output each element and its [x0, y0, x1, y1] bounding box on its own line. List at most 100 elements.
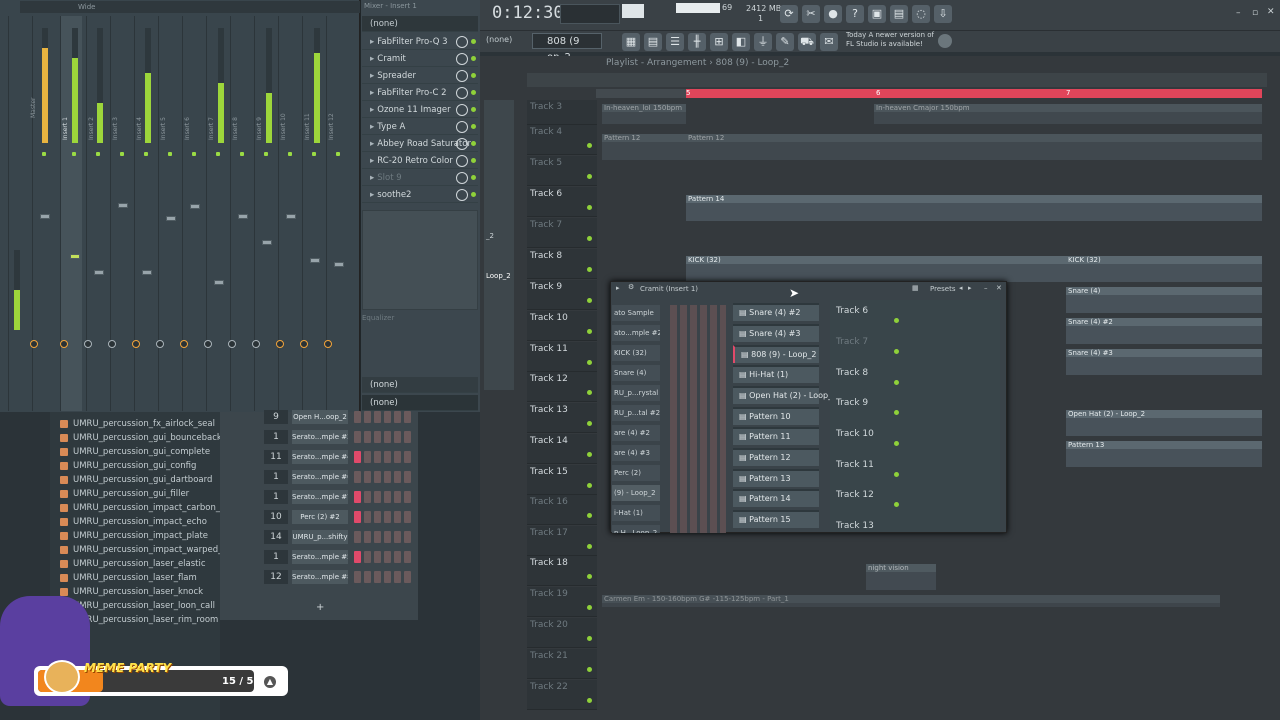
- browser-item[interactable]: UMRU_percussion_laser_knock: [60, 585, 203, 599]
- audio-clip[interactable]: Carmen Em - 150-160bpm G# -115-125bpm - …: [602, 595, 1220, 607]
- track-led[interactable]: [587, 513, 592, 518]
- download-icon[interactable]: ⇩: [934, 5, 952, 23]
- effect-slot-5[interactable]: ▸ Ozone 11 Imager: [362, 102, 478, 118]
- cramit-channel[interactable]: n H...Loop_2: [612, 525, 660, 533]
- browser-item[interactable]: UMRU_percussion_impact_carbon_punch: [60, 501, 246, 515]
- track-led[interactable]: [587, 483, 592, 488]
- mixer-icon[interactable]: ╫: [688, 33, 706, 51]
- channel-row[interactable]: 1 Serato...mple #3: [224, 428, 414, 446]
- step-button[interactable]: [404, 411, 411, 423]
- track-led[interactable]: [587, 605, 592, 610]
- track-header[interactable]: Track 19: [527, 587, 597, 617]
- news-icon[interactable]: ✉: [820, 33, 838, 51]
- step-button[interactable]: [384, 451, 391, 463]
- pattern-clip[interactable]: KICK (32): [686, 256, 1066, 282]
- close-icon[interactable]: ✕: [1267, 7, 1275, 17]
- track-led[interactable]: [587, 143, 592, 148]
- mix-knob[interactable]: [456, 172, 468, 184]
- step-button[interactable]: [354, 411, 361, 423]
- volume-fader[interactable]: [70, 254, 80, 259]
- step-button[interactable]: [354, 471, 361, 483]
- track-led[interactable]: [587, 360, 592, 365]
- step-button[interactable]: [364, 571, 371, 583]
- track-header[interactable]: Track 18: [527, 556, 597, 586]
- step-button[interactable]: [374, 451, 381, 463]
- mute-led[interactable]: [192, 152, 196, 156]
- effect-slot-7[interactable]: ▸ Abbey Road Saturator: [362, 136, 478, 152]
- mixer-strip[interactable]: [206, 16, 228, 411]
- enable-led[interactable]: [471, 158, 476, 163]
- cramit-channel[interactable]: are (4) #3: [612, 445, 660, 461]
- cart-icon[interactable]: ⛟: [798, 33, 816, 51]
- volume-fader[interactable]: [334, 262, 344, 267]
- pattern-clip[interactable]: Snare (4) #3: [1066, 349, 1262, 375]
- volume-fader[interactable]: [214, 280, 224, 285]
- browser-item[interactable]: UMRU_percussion_gui_dartboard: [60, 473, 212, 487]
- effect-slot-9[interactable]: ▸ Slot 9: [362, 170, 478, 186]
- volume-fader[interactable]: [40, 214, 50, 219]
- cramit-channel[interactable]: Perc (2): [612, 465, 660, 481]
- mix-knob[interactable]: [456, 155, 468, 167]
- track-header[interactable]: Track 12: [527, 372, 597, 402]
- mute-led[interactable]: [312, 152, 316, 156]
- track-led[interactable]: [587, 267, 592, 272]
- cramit-channel[interactable]: KICK (32): [612, 345, 660, 361]
- volume-fader[interactable]: [118, 203, 128, 208]
- pattern-clip[interactable]: Snare (4) #2: [1066, 318, 1262, 344]
- cramit-pattern[interactable]: ▤ Pattern 10: [733, 407, 819, 425]
- step-button[interactable]: [404, 491, 411, 503]
- browser-item[interactable]: UMRU_percussion_laser_flam: [60, 571, 197, 585]
- chat-icon[interactable]: ◌: [912, 5, 930, 23]
- browser-item[interactable]: UMRU_percussion_fx_airlock_seal: [60, 417, 215, 431]
- step-button[interactable]: [384, 551, 391, 563]
- mix-knob[interactable]: [456, 87, 468, 99]
- track-header[interactable]: Track 8: [527, 249, 597, 279]
- step-button[interactable]: [354, 531, 361, 543]
- pan-knob[interactable]: [180, 340, 188, 348]
- track-led[interactable]: [587, 574, 592, 579]
- save-icon[interactable]: ▣: [868, 5, 886, 23]
- close-icon[interactable]: ✕: [996, 284, 1002, 292]
- cramit-pattern[interactable]: ▤ Hi-Hat (1): [733, 365, 819, 383]
- track-header[interactable]: Track 5: [527, 156, 597, 186]
- tempo-display[interactable]: [622, 4, 644, 18]
- cramit-channel[interactable]: are (4) #2: [612, 425, 660, 441]
- track-led[interactable]: [894, 441, 899, 446]
- step-button[interactable]: [394, 411, 401, 423]
- step-button[interactable]: [354, 451, 361, 463]
- channel-name[interactable]: Serato...mple #3: [292, 430, 348, 444]
- channel-name[interactable]: Serato...mple #5: [292, 550, 348, 564]
- track-header[interactable]: Track 20: [527, 618, 597, 648]
- mix-knob[interactable]: [456, 70, 468, 82]
- step-button[interactable]: [374, 531, 381, 543]
- enable-led[interactable]: [471, 90, 476, 95]
- step-button[interactable]: [384, 511, 391, 523]
- cramit-pattern[interactable]: ▤ Pattern 15: [733, 510, 819, 528]
- playlist-icon[interactable]: ▦: [622, 33, 640, 51]
- browser-item[interactable]: UMRU_percussion_impact_plate: [60, 529, 208, 543]
- channel-row[interactable]: 11 Serato...mple #4: [224, 448, 414, 466]
- cramit-pattern[interactable]: ▤ Pattern 12: [733, 448, 819, 466]
- pan-knob[interactable]: [324, 340, 332, 348]
- step-button[interactable]: [364, 431, 371, 443]
- pan-knob[interactable]: [30, 340, 38, 348]
- eq-display[interactable]: [362, 210, 478, 310]
- audio-clip[interactable]: In-heaven_loI 150bpm: [602, 104, 686, 124]
- channel-row[interactable]: 1 Serato...mple #7: [224, 488, 414, 506]
- track-header[interactable]: Track 14: [527, 434, 597, 464]
- step-button[interactable]: [354, 511, 361, 523]
- step-button[interactable]: [374, 511, 381, 523]
- news-panel[interactable]: Today A newer version of FL Studio is ava…: [846, 31, 934, 49]
- step-button[interactable]: [394, 551, 401, 563]
- enable-led[interactable]: [471, 124, 476, 129]
- step-button[interactable]: [374, 471, 381, 483]
- cramit-track[interactable]: Track 12: [834, 488, 899, 518]
- pan-knob[interactable]: [156, 340, 164, 348]
- channel-name[interactable]: Serato...mple #4: [292, 450, 348, 464]
- pan-knob[interactable]: [132, 340, 140, 348]
- cramit-pattern-selected[interactable]: ▤ 808 (9) - Loop_2: [733, 345, 819, 363]
- mixer-strip[interactable]: [158, 16, 180, 411]
- piano-roll-icon[interactable]: ▤: [644, 33, 662, 51]
- track-header[interactable]: Track 7: [527, 218, 597, 248]
- channel-mixer-number[interactable]: 12: [264, 570, 288, 584]
